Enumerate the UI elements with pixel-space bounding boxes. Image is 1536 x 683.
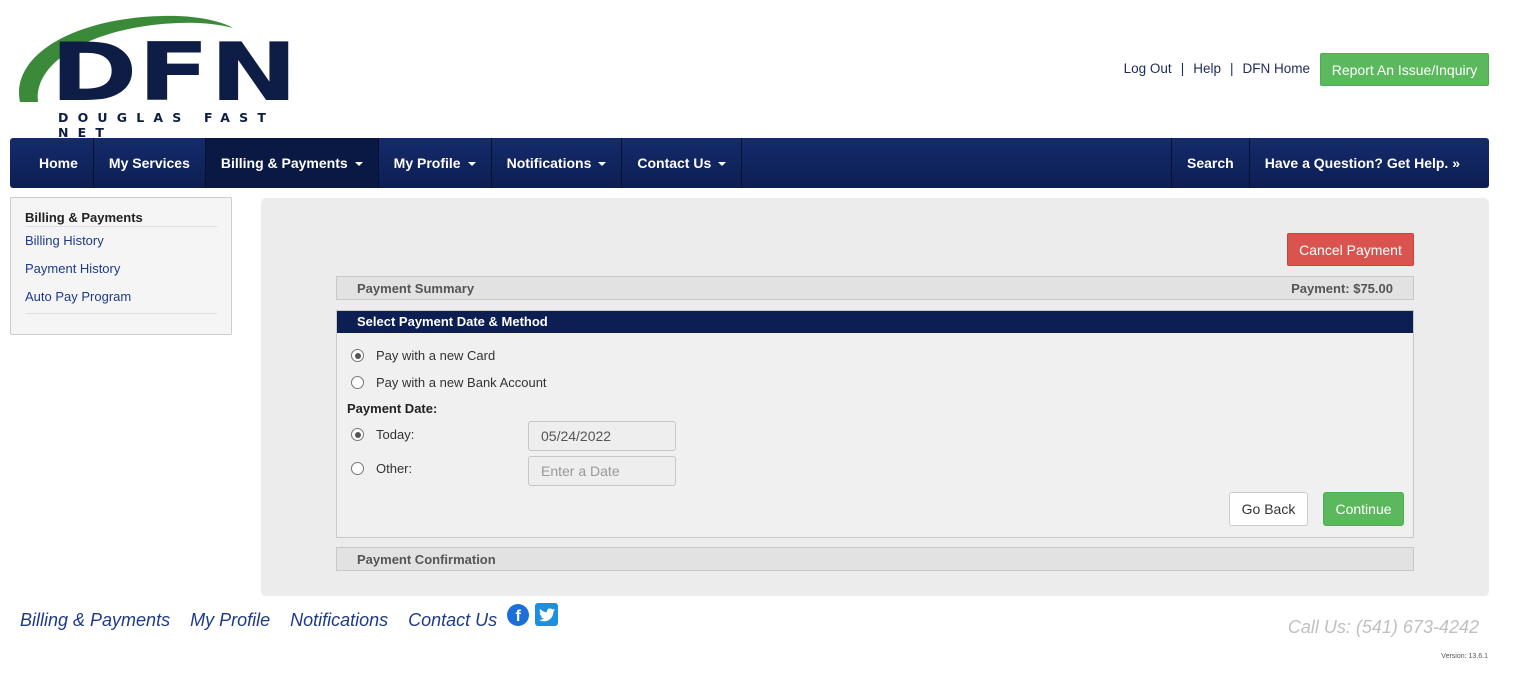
sidebar-title: Billing & Payments <box>25 208 217 227</box>
nav-notifications[interactable]: Notifications <box>492 138 623 188</box>
today-date-field[interactable]: 05/24/2022 <box>528 421 676 451</box>
sidebar-item-payment-history[interactable]: Payment History <box>25 255 217 283</box>
radio-new-card[interactable] <box>351 349 364 362</box>
payment-amount: Payment: $75.00 <box>1291 280 1393 296</box>
caret-down-icon <box>598 162 607 166</box>
footer-link-billing[interactable]: Billing & Payments <box>20 610 170 631</box>
facebook-icon[interactable]: f <box>507 603 530 626</box>
payment-summary-label: Payment Summary <box>357 280 475 296</box>
nav-spacer <box>742 138 1173 188</box>
option-new-bank-label: Pay with a new Bank Account <box>376 375 547 390</box>
caret-down-icon <box>354 162 363 166</box>
payment-summary-bar[interactable]: Payment Summary Payment: $75.00 <box>336 276 1414 300</box>
payment-panel: Cancel Payment Payment Summary Payment: … <box>261 198 1489 596</box>
payment-method-header: Select Payment Date & Method <box>337 311 1413 333</box>
nav-search[interactable]: Search <box>1172 138 1250 188</box>
payment-confirmation-label: Payment Confirmation <box>357 551 496 567</box>
main-nav: Home My Services Billing & Payments My P… <box>10 138 1489 188</box>
other-label: Other: <box>376 461 413 476</box>
nav-label: Billing & Payments <box>220 155 348 171</box>
call-us-text: Call Us: (541) 673-4242 <box>1287 617 1479 637</box>
nav-get-help[interactable]: Have a Question? Get Help. » <box>1250 138 1489 188</box>
today-label: Today: <box>376 427 415 442</box>
sidebar-item-auto-pay[interactable]: Auto Pay Program <box>25 283 217 311</box>
nav-label: Home <box>39 155 78 171</box>
divider <box>25 313 217 314</box>
dfn-logo[interactable]: DFN DOUGLAS FAST NET <box>18 14 308 140</box>
nav-label: Contact Us <box>637 155 712 171</box>
sidebar-item-billing-history[interactable]: Billing History <box>25 227 217 255</box>
cancel-payment-button[interactable]: Cancel Payment <box>1287 233 1414 266</box>
radio-today[interactable] <box>351 428 364 441</box>
footer-link-notifications[interactable]: Notifications <box>290 610 388 631</box>
help-link[interactable]: Help <box>1193 61 1221 76</box>
option-today[interactable]: Today: <box>351 427 414 442</box>
social-links: f <box>507 603 559 626</box>
dfn-home-link[interactable]: DFN Home <box>1242 61 1310 76</box>
nav-billing-payments[interactable]: Billing & Payments <box>205 138 379 188</box>
divider: | <box>1180 61 1185 76</box>
option-new-card-label: Pay with a new Card <box>376 348 496 363</box>
payment-method-section: Select Payment Date & Method Pay with a … <box>336 310 1414 538</box>
nav-my-services[interactable]: My Services <box>94 138 206 188</box>
twitter-icon[interactable] <box>535 603 559 626</box>
nav-contact-us[interactable]: Contact Us <box>622 138 743 188</box>
radio-new-bank-account[interactable] <box>351 376 364 389</box>
continue-button[interactable]: Continue <box>1323 492 1404 526</box>
nav-my-profile[interactable]: My Profile <box>379 138 492 188</box>
footer-nav: Billing & Payments My Profile Notificati… <box>20 603 559 631</box>
logo-letters: DFN <box>50 26 298 119</box>
nav-label: My Services <box>108 155 190 171</box>
logout-link[interactable]: Log Out <box>1124 61 1172 76</box>
option-new-bank-account[interactable]: Pay with a new Bank Account <box>351 375 547 390</box>
version-text: Version: 13.6.1 <box>1441 653 1488 660</box>
caret-down-icon <box>467 162 476 166</box>
nav-label: Notifications <box>506 155 592 171</box>
radio-other[interactable] <box>351 462 364 475</box>
sidebar: Billing & Payments Billing History Payme… <box>10 197 232 335</box>
payment-date-label: Payment Date: <box>347 401 438 416</box>
caret-down-icon <box>718 162 727 166</box>
nav-home[interactable]: Home <box>10 138 94 188</box>
logo-tagline: DOUGLAS FAST NET <box>58 110 276 140</box>
other-date-input[interactable]: Enter a Date <box>528 456 676 486</box>
payment-confirmation-bar[interactable]: Payment Confirmation <box>336 547 1414 571</box>
option-other[interactable]: Other: <box>351 461 412 476</box>
nav-label: My Profile <box>393 155 461 171</box>
option-new-card[interactable]: Pay with a new Card <box>351 348 495 363</box>
divider: | <box>1229 61 1234 76</box>
footer-link-profile[interactable]: My Profile <box>190 610 270 631</box>
footer-link-contact[interactable]: Contact Us <box>408 610 497 631</box>
header-links: Log Out | Help | DFN Home <box>1124 61 1310 76</box>
report-issue-button[interactable]: Report An Issue/Inquiry <box>1320 53 1489 86</box>
go-back-button[interactable]: Go Back <box>1229 492 1308 526</box>
